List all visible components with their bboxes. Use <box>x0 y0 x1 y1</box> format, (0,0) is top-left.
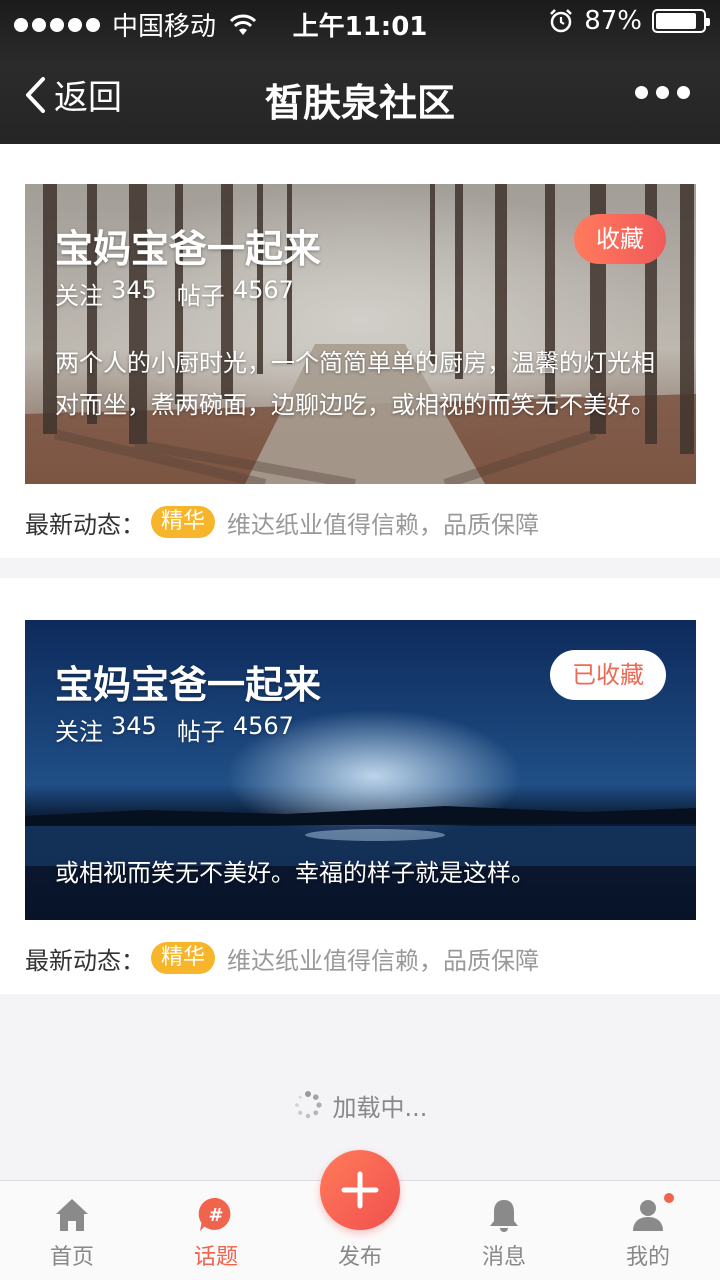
tab-messages-label: 消息 <box>481 1245 526 1270</box>
posts-label: 帖子 <box>176 718 225 746</box>
community-title: 宝妈宝爸一起来 <box>55 227 322 271</box>
posts-count: 4567 <box>232 276 294 304</box>
latest-activity-label: 最新动态： <box>25 946 145 975</box>
community-title: 宝妈宝爸一起来 <box>55 663 322 707</box>
top-bar: 中国移动 上午11:01 87% 返回 皙肤泉社区 <box>0 0 720 144</box>
tab-home-label: 首页 <box>49 1245 94 1270</box>
latest-activity-text: 维达纸业值得信赖，品质保障 <box>227 946 540 975</box>
follow-stat: 关注 345 <box>55 276 157 311</box>
topic-hash-icon: # <box>198 1197 231 1231</box>
loading-indicator: 加载中... <box>0 1082 720 1128</box>
latest-activity-text: 维达纸业值得信赖，品质保障 <box>227 510 540 539</box>
user-icon <box>633 1200 663 1231</box>
posts-stat: 帖子 4567 <box>177 276 294 311</box>
community-description: 或相视而笑无不美好。幸福的样子就是这样。 <box>55 859 535 887</box>
tab-me[interactable]: 我的 <box>576 1181 720 1280</box>
tab-messages[interactable]: 消息 <box>432 1181 576 1280</box>
tab-topic[interactable]: # 话题 <box>144 1181 288 1280</box>
featured-badge: 精华 <box>151 942 216 974</box>
tab-home[interactable]: 首页 <box>0 1181 144 1280</box>
latest-activity[interactable]: 最新动态： 精华 维达纸业值得信赖，品质保障 <box>25 502 696 542</box>
follow-label: 关注 <box>55 282 103 310</box>
featured-badge: 精华 <box>151 506 216 538</box>
status-bar: 中国移动 上午11:01 87% <box>0 0 720 46</box>
community-description: 两个人的小厨时光，一个简简单单的厨房，温馨的灯光相对而坐，煮两碗面，边聊边吃，或… <box>55 349 655 419</box>
nav-bar: 返回 皙肤泉社区 <box>0 46 720 144</box>
loading-text: 加载中... <box>332 1093 428 1122</box>
spinner-icon <box>294 1091 322 1119</box>
follow-count: 345 <box>111 276 157 304</box>
community-stats: 关注 345 帖子 4567 <box>55 276 294 311</box>
tab-topic-label: 话题 <box>193 1245 238 1270</box>
tab-me-label: 我的 <box>625 1245 670 1270</box>
notification-dot <box>664 1193 674 1203</box>
favorite-button[interactable]: 收藏 <box>574 214 666 264</box>
more-dots-icon[interactable] <box>635 86 690 99</box>
latest-activity-label: 最新动态： <box>25 510 145 539</box>
battery-icon <box>652 9 710 33</box>
posts-count: 4567 <box>232 712 294 740</box>
tab-publish-label: 发布 <box>337 1245 382 1270</box>
community-banner[interactable]: 宝妈宝爸一起来 关注 345 帖子 4567 或相视而笑无不美好。幸福的样子就是… <box>25 620 696 920</box>
favorited-button[interactable]: 已收藏 <box>550 650 666 700</box>
status-right: 87% <box>548 6 710 36</box>
community-card[interactable]: 宝妈宝爸一起来 关注 345 帖子 4567 两个人的小厨时光，一个简简单单的厨… <box>0 144 720 558</box>
plus-icon <box>341 1171 379 1209</box>
community-banner[interactable]: 宝妈宝爸一起来 关注 345 帖子 4567 两个人的小厨时光，一个简简单单的厨… <box>25 184 696 484</box>
follow-stat: 关注 345 <box>55 712 157 747</box>
posts-stat: 帖子 4567 <box>177 712 294 747</box>
posts-label: 帖子 <box>176 282 225 310</box>
home-icon <box>56 1199 88 1231</box>
back-label: 返回 <box>54 78 122 118</box>
community-stats: 关注 345 帖子 4567 <box>55 712 294 747</box>
bell-icon <box>490 1200 518 1232</box>
follow-label: 关注 <box>55 718 103 746</box>
back-button[interactable]: 返回 <box>22 70 122 119</box>
follow-count: 345 <box>111 712 157 740</box>
latest-activity[interactable]: 最新动态： 精华 维达纸业值得信赖，品质保障 <box>25 938 696 978</box>
alarm-clock-icon <box>550 9 573 33</box>
chevron-left-icon <box>26 76 45 113</box>
svg-text:#: # <box>208 1205 223 1226</box>
community-card[interactable]: 宝妈宝爸一起来 关注 345 帖子 4567 或相视而笑无不美好。幸福的样子就是… <box>0 578 720 994</box>
battery-percent: 87% <box>584 6 642 36</box>
publish-button[interactable] <box>320 1150 400 1230</box>
